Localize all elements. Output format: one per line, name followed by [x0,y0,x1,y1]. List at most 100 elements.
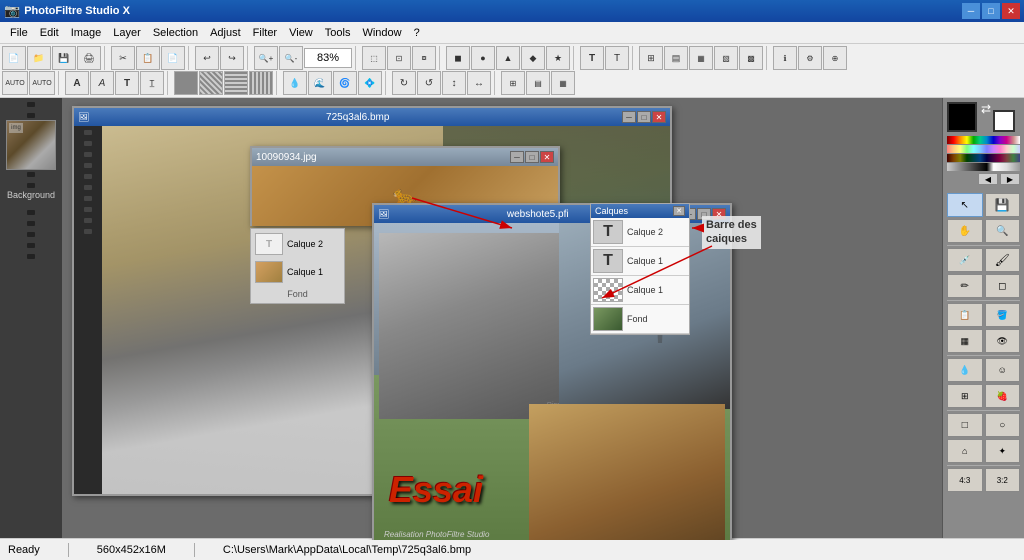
tb-shape1[interactable]: ◼ [446,46,470,70]
tb2-flip1[interactable]: ↕ [442,71,466,95]
tb-filter3[interactable]: ▩ [739,46,763,70]
tb-shape4[interactable]: ◆ [521,46,545,70]
tool-pencil[interactable]: ✏ [947,274,983,298]
layers-close[interactable]: ✕ [673,206,685,216]
tb-sel3[interactable]: ⧇ [412,46,436,70]
tb-cut[interactable]: ✂ [111,46,135,70]
tb2-auto1[interactable]: AUTO [2,71,28,95]
tb2-fx1[interactable]: 💧 [283,71,307,95]
tb2-auto2[interactable]: AUTO [29,71,55,95]
tool-disk[interactable]: 💾 [985,193,1021,217]
tool-ratio2[interactable]: 3:2 [985,468,1021,492]
window-max-jpg[interactable]: □ [525,151,539,163]
tool-clone[interactable]: 📋 [947,303,983,327]
tb-save[interactable]: 💾 [52,46,76,70]
window-min-jpg[interactable]: ─ [510,151,524,163]
tb-undo[interactable]: ↩ [195,46,219,70]
tb-paste[interactable]: 📄 [161,46,185,70]
window-close-main[interactable]: ✕ [652,111,666,123]
tb2-pat4[interactable] [249,71,273,95]
tb-zoomout[interactable]: 🔍- [279,46,303,70]
tb-shape5[interactable]: ★ [546,46,570,70]
tb2-fx2[interactable]: 🌊 [308,71,332,95]
window-min-main[interactable]: ─ [622,111,636,123]
tb2-fx3[interactable]: 🌀 [333,71,357,95]
palette-scroll-right[interactable]: ▶ [1000,173,1020,185]
tb2-a2[interactable]: A [90,71,114,95]
maximize-button[interactable]: □ [982,3,1000,19]
tool-brush[interactable]: 🖌 [985,248,1021,272]
tb-copy[interactable]: 📋 [136,46,160,70]
tool-gradient[interactable]: ▦ [947,329,983,353]
menu-tools[interactable]: Tools [319,25,357,41]
tb-sel1[interactable]: ⬚ [362,46,386,70]
layer-calque1-row[interactable]: Calque 1 [255,261,340,283]
menu-file[interactable]: File [4,25,34,41]
tb2-pat1[interactable] [174,71,198,95]
tool-face[interactable]: ☺ [985,358,1021,382]
tool-rect-sel[interactable]: □ [947,413,983,437]
tb2-t2[interactable]: T̲ [140,71,164,95]
tool-eraser[interactable]: ◻ [985,274,1021,298]
tool-fill[interactable]: 🪣 [985,303,1021,327]
tb-text2[interactable]: T [605,46,629,70]
menu-image[interactable]: Image [65,25,108,41]
tool-drop[interactable]: 💧 [947,358,983,382]
tool-select[interactable]: ↖ [947,193,983,217]
tb-info1[interactable]: ℹ [773,46,797,70]
tb2-rot1[interactable]: ↻ [392,71,416,95]
menu-adjust[interactable]: Adjust [204,25,247,41]
tb-shape3[interactable]: ▲ [496,46,520,70]
tb-info2[interactable]: ⚙ [798,46,822,70]
tool-ellipse-sel[interactable]: ○ [985,413,1021,437]
layer-calque2-row[interactable]: T Calque 2 [255,233,340,255]
tb2-pat3[interactable] [224,71,248,95]
tb2-a1[interactable]: A [65,71,89,95]
layer-item-calque1-img[interactable]: Calque 1 [591,276,689,305]
tb2-rot2[interactable]: ↺ [417,71,441,95]
menu-selection[interactable]: Selection [147,25,204,41]
tb-print[interactable]: 🖨 [77,46,101,70]
tb-text1[interactable]: T [580,46,604,70]
menu-window[interactable]: Window [356,25,407,41]
menu-layer[interactable]: Layer [107,25,147,41]
tb-zoomin[interactable]: 🔍+ [254,46,278,70]
tool-eyedrop[interactable]: 💉 [947,248,983,272]
tb-grid[interactable]: ⊞ [639,46,663,70]
tb-new[interactable]: 📄 [2,46,26,70]
tb-shape2[interactable]: ● [471,46,495,70]
menu-help[interactable]: ? [408,25,426,41]
tool-zoom[interactable]: 🔍 [985,219,1021,243]
tb-sel2[interactable]: ⊡ [387,46,411,70]
swap-colors-icon[interactable]: ⇄ [981,102,991,116]
tool-eye[interactable]: 👁 [985,329,1021,353]
tb-filter1[interactable]: ▦ [689,46,713,70]
window-max-main[interactable]: □ [637,111,651,123]
zoom-input[interactable] [304,48,352,68]
layer-item-calque1[interactable]: T Calque 1 [591,247,689,276]
close-button[interactable]: ✕ [1002,3,1020,19]
tb-open[interactable]: 📁 [27,46,51,70]
menu-view[interactable]: View [283,25,319,41]
menu-filter[interactable]: Filter [247,25,283,41]
tb2-fx4[interactable]: 💠 [358,71,382,95]
tb2-flip2[interactable]: ↔ [467,71,491,95]
layer-item-calque2[interactable]: T Calque 2 [591,218,689,247]
tool-magic[interactable]: ✦ [985,439,1021,463]
tb2-pat2[interactable] [199,71,223,95]
menu-edit[interactable]: Edit [34,25,65,41]
minimize-button[interactable]: ─ [962,3,980,19]
tb-filter2[interactable]: ▧ [714,46,738,70]
tool-strawberry[interactable]: 🍓 [985,384,1021,408]
background-color[interactable] [993,110,1015,132]
window-close-jpg[interactable]: ✕ [540,151,554,163]
tool-ratio1[interactable]: 4:3 [947,468,983,492]
tb2-view1[interactable]: ⊞ [501,71,525,95]
tool-lasso[interactable]: ⌂ [947,439,983,463]
foreground-color[interactable] [947,102,977,132]
tool-grid[interactable]: ⊞ [947,384,983,408]
layer-item-fond[interactable]: Fond [591,305,689,334]
tb2-view2[interactable]: ▤ [526,71,550,95]
tb-palette[interactable]: ▤ [664,46,688,70]
tb-info3[interactable]: ⊕ [823,46,847,70]
